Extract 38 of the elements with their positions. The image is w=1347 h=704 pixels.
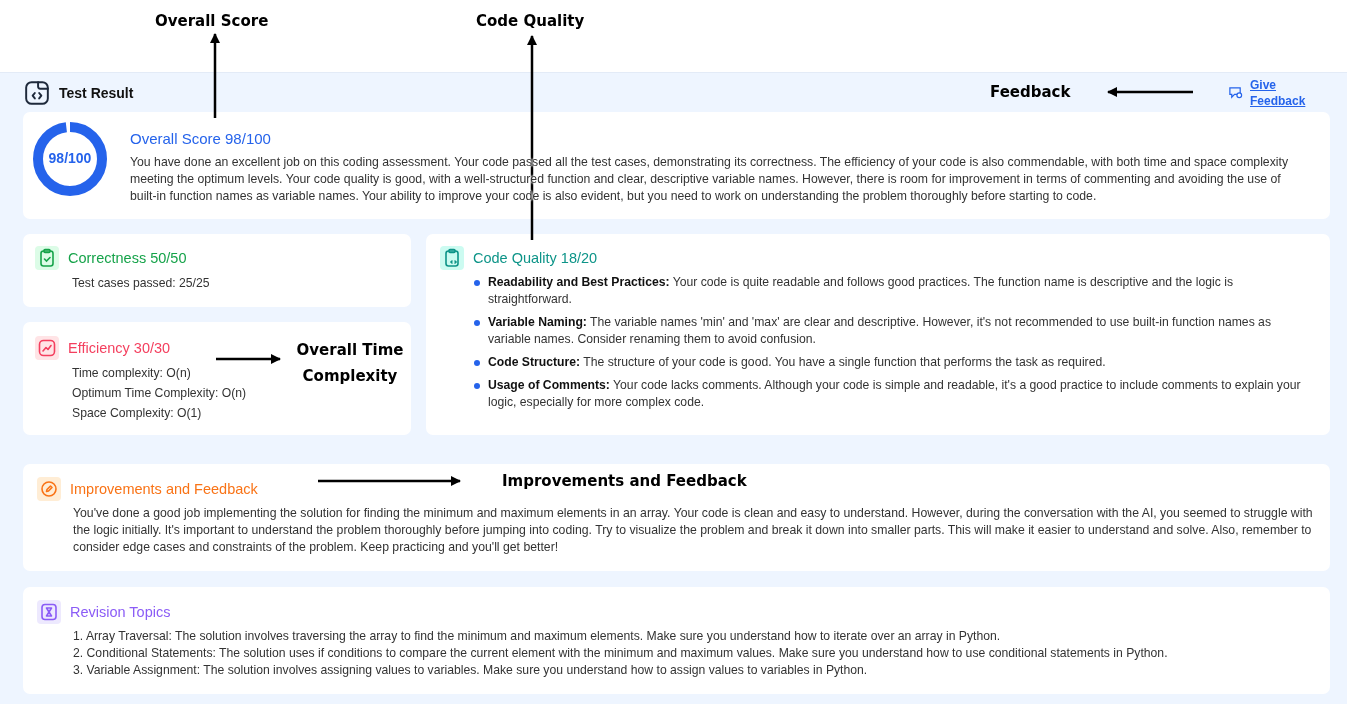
overall-score-title: Overall Score 98/100	[130, 130, 272, 147]
correctness-title: Correctness 50/50	[68, 250, 187, 266]
annotation-label: Overall Time Complexity	[295, 340, 405, 387]
annotation-label: Overall Score	[155, 12, 269, 30]
trend-chart-icon	[35, 336, 59, 360]
quality-point: Usage of Comments: Your code lacks comments. Although your code is simple and readable, it's a good practice to include comments to explain your logic, especially for more complex code.	[488, 377, 1302, 411]
correctness-detail: Test cases passed: 25/25	[72, 275, 210, 292]
clipboard-check-icon	[35, 246, 59, 270]
efficiency-title: Efficiency 30/30	[68, 340, 171, 356]
score-value: 98/100	[47, 150, 93, 166]
quality-point: Variable Naming: The variable names 'min' and 'max' are clear and descriptive. However, it's not recommended to use built-in function names as variable names. Consider renaming them to avoid confusion.	[488, 314, 1272, 348]
revision-topic: 1. Array Traversal: The solution involves traversing the array to find the minimum and maximum elements. Make sure you understand how to iterate over an array in Python.	[73, 628, 1001, 645]
annotation-arrow	[216, 354, 281, 364]
revision-topic: 2. Conditional Statements: The solution uses if conditions to compare the current element with the minimum and maximum values. Make sure you understand how to use conditional statements in Python.	[73, 645, 1168, 662]
quality-point: Readability and Best Practices: Your code is quite readable and follows good practices. The function name is descriptive and the logic is straightforward.	[488, 274, 1234, 308]
improvements-text: You've done a good job implementing the solution for finding the minimum and maximum elements in an array. Your code is clean and easy to understand. However, during the conversation with the AI, you seemed to struggle with the logic initially. It's important to understand the problem thoroughly before jumping into coding. Try to visualize the problem and break it down into smaller parts. This will make it easier to understand and solve. Also, remember to consider edge cases and constraints of the problem. Keep practicing and you'll get better!	[73, 505, 1314, 556]
give-feedback-link[interactable]: Give Feedback	[1250, 76, 1310, 109]
page-title: Test Result	[59, 84, 134, 101]
bullet-icon	[474, 383, 480, 389]
revision-topics-title: Revision Topics	[70, 604, 171, 620]
efficiency-detail: Optimum Time Complexity: O(n)	[72, 385, 247, 402]
improvements-title: Improvements and Feedback	[70, 481, 258, 497]
hourglass-icon	[37, 600, 61, 624]
chat-icon	[1228, 85, 1243, 100]
bullet-icon	[474, 360, 480, 366]
clipboard-code-icon	[440, 246, 464, 270]
efficiency-detail: Time complexity: O(n)	[72, 365, 191, 382]
code-file-icon	[24, 79, 50, 106]
annotation-label: Improvements and Feedback	[502, 472, 747, 490]
revision-topic: 3. Variable Assignment: The solution involves assigning values to variables. Make sure you understand how to assign values to variables in Python.	[73, 662, 868, 679]
annotation-label: Feedback	[990, 83, 1071, 101]
pencil-icon	[37, 477, 61, 501]
quality-point: Code Structure: The structure of your code is good. You have a single function that performs the task as required.	[488, 354, 1106, 371]
code-quality-title: Code Quality 18/20	[473, 250, 598, 266]
bullet-icon	[474, 280, 480, 286]
annotation-label: Code Quality	[476, 12, 585, 30]
efficiency-detail: Space Complexity: O(1)	[72, 405, 202, 422]
bullet-icon	[474, 320, 480, 326]
